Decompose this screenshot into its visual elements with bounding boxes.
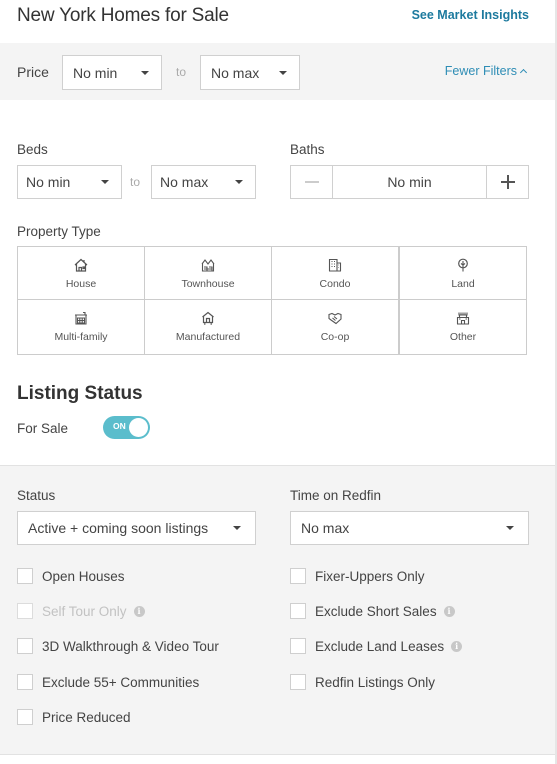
listing-status-title: Listing Status (17, 383, 143, 404)
checkbox-box[interactable] (290, 568, 306, 584)
property-type-label: House (65, 278, 97, 290)
info-icon[interactable]: i (451, 640, 463, 652)
property-type-label: Multi-family (54, 331, 108, 343)
info-icon[interactable]: i (133, 605, 145, 617)
info-icon[interactable]: i (443, 605, 455, 617)
price-max-select[interactable]: No max (200, 55, 300, 90)
for-sale-label: For Sale (17, 421, 69, 436)
caret-down-icon (279, 70, 287, 75)
caret-down-icon (141, 70, 149, 75)
property-type-co-op[interactable]: Co-op (272, 300, 400, 354)
beds-label: Beds (17, 142, 48, 157)
checkbox-redfin-listings-only[interactable]: Redfin Listings Only (290, 674, 435, 690)
checkbox-exclude-land-leases[interactable]: Exclude Land Leases i (290, 638, 463, 654)
checkbox-box[interactable] (17, 709, 33, 725)
checkbox-fixer-uppers[interactable]: Fixer-Uppers Only (290, 568, 425, 584)
checkbox-box[interactable] (17, 638, 33, 654)
checkbox-box[interactable] (290, 638, 306, 654)
caret-down-icon (235, 180, 243, 184)
co-op-handshake-icon (328, 312, 342, 325)
price-to-label: to (176, 65, 187, 79)
status-select[interactable]: Active + coming soon listings (17, 511, 256, 545)
toggle-knob (129, 418, 148, 437)
beds-to-label: to (130, 175, 141, 189)
house-icon (74, 258, 88, 272)
checkbox-label: 3D Walkthrough & Video Tour (42, 638, 219, 654)
land-tree-icon (458, 258, 468, 272)
checkbox-label: Exclude 55+ Communities (42, 674, 200, 690)
for-sale-toggle[interactable]: ON (103, 416, 150, 439)
baths-label: Baths (290, 142, 325, 157)
property-type-label: Manufactured (175, 331, 241, 343)
more-filters-section: Status Active + coming soon listings Tim… (0, 465, 555, 755)
property-type-townhouse[interactable]: Townhouse (145, 247, 272, 300)
toggle-on-text: ON (113, 421, 126, 431)
property-type-other[interactable]: Other (400, 300, 526, 354)
time-on-redfin-label: Time on Redfin (290, 488, 382, 503)
checkbox-self-tour-only: Self Tour Only i (17, 603, 145, 619)
property-type-grid: House Townhouse Condo Land Multi-family … (17, 246, 527, 355)
fewer-filters-link[interactable]: Fewer Filters (444, 64, 528, 78)
caret-down-icon (233, 526, 241, 530)
checkbox-label: Exclude Short Sales (315, 603, 437, 619)
caret-down-icon (101, 180, 109, 184)
fewer-filters-label: Fewer Filters (444, 64, 517, 78)
price-min-select[interactable]: No min (62, 55, 162, 90)
property-type-label: Land (451, 278, 475, 290)
checkbox-label: Redfin Listings Only (315, 674, 436, 690)
multi-family-icon (75, 311, 87, 325)
checkbox-box[interactable] (17, 674, 33, 690)
price-label: Price (17, 64, 49, 80)
checkbox-label: Self Tour Only (42, 603, 127, 619)
checkbox-price-reduced[interactable]: Price Reduced (17, 709, 131, 725)
checkbox-exclude-55-plus[interactable]: Exclude 55+ Communities (17, 674, 199, 690)
property-type-house[interactable]: House (18, 247, 145, 300)
checkbox-3d-walkthrough[interactable]: 3D Walkthrough & Video Tour (17, 638, 219, 654)
checkbox-box[interactable] (290, 603, 306, 619)
property-type-label: Other (449, 331, 477, 343)
property-type-manufactured[interactable]: Manufactured (145, 300, 272, 354)
caret-down-icon (506, 526, 514, 530)
price-filter-bar: Price No min to No max Fewer Filters (0, 43, 555, 100)
beds-min-select[interactable]: No min (17, 165, 122, 199)
time-on-redfin-value: No max (301, 520, 350, 536)
property-type-label: Co-op (320, 331, 350, 343)
property-type-label: Property Type (17, 224, 101, 239)
checkbox-box[interactable] (290, 674, 306, 690)
checkbox-box (17, 603, 33, 619)
baths-decrement-button[interactable] (291, 166, 333, 198)
price-max-value: No max (211, 64, 260, 81)
status-value: Active + coming soon listings (28, 520, 209, 536)
townhouse-icon (201, 259, 215, 272)
baths-value: No min (387, 174, 432, 190)
property-type-label: Townhouse (181, 278, 235, 290)
checkbox-label: Open Houses (42, 568, 125, 584)
beds-max-select[interactable]: No max (151, 165, 256, 199)
baths-stepper: No min (290, 165, 529, 199)
beds-min-value: No min (26, 174, 71, 190)
header: New York Homes for Sale See Market Insig… (0, 0, 555, 43)
manufactured-icon (202, 311, 214, 325)
see-market-insights-link[interactable]: See Market Insights (412, 8, 529, 22)
status-label: Status (17, 488, 56, 503)
checkbox-label: Exclude Land Leases (315, 638, 445, 654)
property-type-label: Condo (319, 278, 351, 290)
chevron-up-icon (519, 68, 528, 77)
page-title: New York Homes for Sale (17, 5, 229, 26)
property-type-multi-family[interactable]: Multi-family (18, 300, 145, 354)
price-min-value: No min (73, 64, 118, 81)
filters-panel: New York Homes for Sale See Market Insig… (0, 0, 555, 764)
property-type-condo[interactable]: Condo (272, 247, 400, 300)
beds-max-value: No max (160, 174, 209, 190)
other-building-icon (456, 312, 470, 325)
checkbox-label: Fixer-Uppers Only (315, 568, 425, 584)
checkbox-box[interactable] (17, 568, 33, 584)
condo-icon (328, 258, 342, 272)
checkbox-label: Price Reduced (42, 709, 131, 725)
time-on-redfin-select[interactable]: No max (290, 511, 529, 545)
property-type-land[interactable]: Land (400, 247, 526, 300)
baths-increment-button[interactable] (486, 166, 528, 198)
checkbox-open-houses[interactable]: Open Houses (17, 568, 125, 584)
checkbox-exclude-short-sales[interactable]: Exclude Short Sales i (290, 603, 455, 619)
